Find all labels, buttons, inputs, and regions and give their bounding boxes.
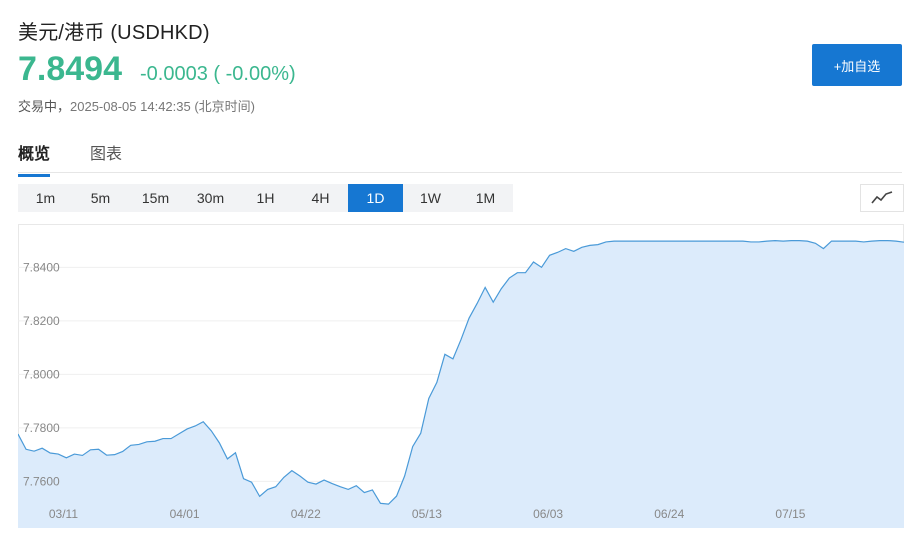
period-1mo-button[interactable]: 1M — [458, 184, 513, 212]
current-price: 7.8494 — [18, 50, 122, 88]
status-label: 交易中， — [18, 99, 71, 114]
x-tick-label: 07/15 — [775, 507, 805, 521]
x-tick-label: 06/24 — [654, 507, 684, 521]
quote-row: 7.8494 -0.0003 ( -0.00%) — [18, 50, 296, 89]
y-tick-label: 7.8200 — [23, 314, 60, 328]
period-15m-button[interactable]: 15m — [128, 184, 183, 212]
x-tick-label: 03/11 — [49, 507, 78, 521]
period-4h-button[interactable]: 4H — [293, 184, 348, 212]
quote-timestamp: 2025-08-05 14:42:35 (北京时间) — [70, 99, 255, 114]
period-5m-button[interactable]: 5m — [73, 184, 128, 212]
price-change: -0.0003 ( -0.00%) — [140, 63, 296, 85]
tab-bar: 概览 图表 — [18, 132, 902, 177]
period-30m-button[interactable]: 30m — [183, 184, 238, 212]
trading-status: 交易中，2025-08-05 14:42:35 (北京时间) — [18, 96, 255, 115]
y-tick-label: 7.8000 — [23, 367, 60, 381]
x-tick-label: 05/13 — [412, 507, 442, 521]
y-tick-label: 7.8400 — [23, 260, 60, 274]
price-chart[interactable]: 7.8400 7.8200 7.8000 7.7800 7.7600 03/11 04/0… — [18, 224, 904, 528]
period-selector: 1m 5m 15m 30m 1H 4H 1D 1W 1M — [18, 184, 513, 212]
x-tick-label: 04/01 — [170, 507, 200, 521]
x-tick-label: 06/03 — [533, 507, 563, 521]
tab-chart[interactable]: 图表 — [90, 140, 122, 174]
line-chart-icon — [871, 191, 893, 204]
chart-type-toggle[interactable] — [860, 184, 904, 212]
tab-overview[interactable]: 概览 — [18, 140, 51, 177]
price-chart-svg: 7.8400 7.8200 7.8000 7.7800 7.7600 03/11 04/0… — [18, 224, 904, 528]
page-title: 美元/港币 (USDHKD) — [18, 22, 210, 44]
add-to-watchlist-button[interactable]: +加自选 — [812, 44, 902, 86]
period-1h-button[interactable]: 1H — [238, 184, 293, 212]
y-tick-label: 7.7800 — [23, 421, 60, 435]
x-tick-label: 04/22 — [291, 507, 321, 521]
period-1d-button[interactable]: 1D — [348, 184, 403, 212]
period-1w-button[interactable]: 1W — [403, 184, 458, 212]
y-tick-label: 7.7600 — [23, 474, 60, 488]
period-1m-button[interactable]: 1m — [18, 184, 73, 212]
